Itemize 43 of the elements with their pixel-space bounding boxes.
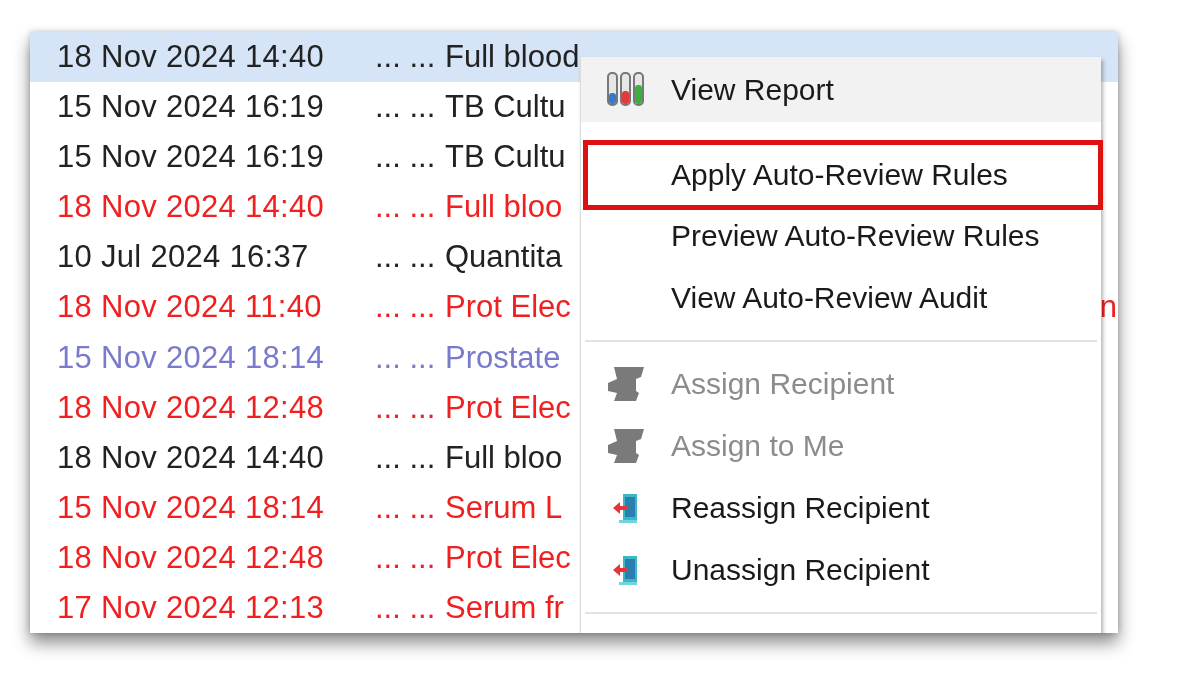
test-name: Full blood [445, 39, 580, 76]
test-name: Quantita [445, 239, 563, 276]
ellipsis-text: ... ... [375, 339, 437, 376]
menu-item[interactable]: View Report [581, 57, 1101, 122]
result-date: 18 Nov 2024 14:40 [56, 439, 326, 476]
menu-item[interactable]: Unassign Recipient [581, 539, 1101, 601]
ellipsis-text: ... ... [375, 589, 437, 626]
result-date: 15 Nov 2024 16:19 [56, 89, 326, 126]
menu-item[interactable]: View Auto-Review Audit [581, 267, 1101, 329]
ellipsis-text: ... ... [375, 389, 437, 426]
test-name: Full bloo [445, 439, 563, 476]
ellipsis-text: ... ... [375, 239, 437, 276]
test-name: Serum L [445, 489, 563, 526]
result-date: 18 Nov 2024 14:40 [56, 39, 326, 76]
ellipsis-text: ... ... [375, 89, 437, 126]
result-date: 18 Nov 2024 11:40 [56, 289, 323, 326]
result-date: 15 Nov 2024 16:19 [56, 139, 326, 176]
test-name: TB Cultu [445, 139, 566, 176]
result-date: 10 Jul 2024 16:37 [56, 239, 310, 276]
test-name: Prot Elec [445, 539, 571, 576]
test-name: Full bloo [445, 189, 563, 226]
result-date: 18 Nov 2024 14:40 [56, 189, 326, 226]
result-date: 18 Nov 2024 12:48 [56, 389, 326, 426]
result-date: 15 Nov 2024 18:14 [56, 339, 326, 376]
result-date: 17 Nov 2024 12:13 [56, 589, 326, 626]
test-name: Serum fr [445, 589, 564, 626]
ellipsis-text: ... ... [375, 39, 437, 76]
result-date: 18 Nov 2024 12:48 [56, 539, 326, 576]
menu-item[interactable]: Reassign Recipient [581, 477, 1101, 539]
test-name: TB Cultu [445, 89, 566, 126]
ellipsis-text: ... ... [375, 439, 437, 476]
test-name: Prot Elec [445, 389, 571, 426]
ellipsis-text: ... ... [375, 189, 437, 226]
menu-item[interactable]: Apply Auto-Review Rules [581, 145, 1098, 205]
ellipsis-text: ... ... [375, 539, 437, 576]
ellipsis-text: ... ... [375, 489, 437, 526]
test-tubes-icon [606, 70, 646, 109]
ellipsis-text: ... ... [375, 139, 437, 176]
test-name: Prostate [445, 339, 561, 376]
menu-item[interactable]: Preview Auto-Review Rules [581, 205, 1101, 267]
ellipsis-text: ... ... [375, 289, 437, 326]
result-date: 15 Nov 2024 18:14 [56, 489, 326, 526]
test-name: Prot Elec [445, 289, 571, 326]
